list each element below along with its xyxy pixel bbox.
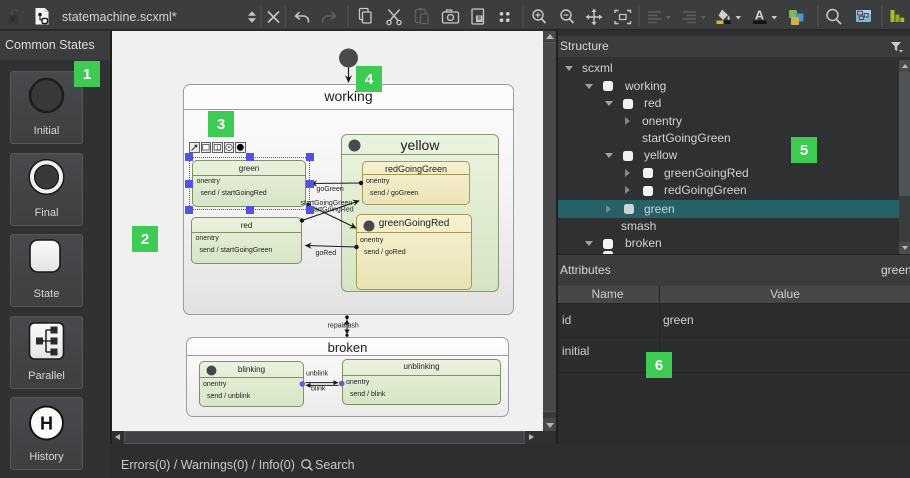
- svg-text:goRed: goRed: [316, 250, 337, 257]
- svg-text:1: 1: [216, 146, 219, 152]
- svg-text:blink: blink: [311, 386, 326, 393]
- svg-text:flash: flash: [344, 323, 359, 330]
- svg-text:unblink: unblink: [306, 371, 329, 378]
- svg-text:goGreen: goGreen: [317, 186, 344, 193]
- svg-text:startGoingRed: startGoingRed: [309, 207, 354, 214]
- svg-text:H: H: [40, 414, 53, 434]
- svg-text:A: A: [755, 8, 765, 23]
